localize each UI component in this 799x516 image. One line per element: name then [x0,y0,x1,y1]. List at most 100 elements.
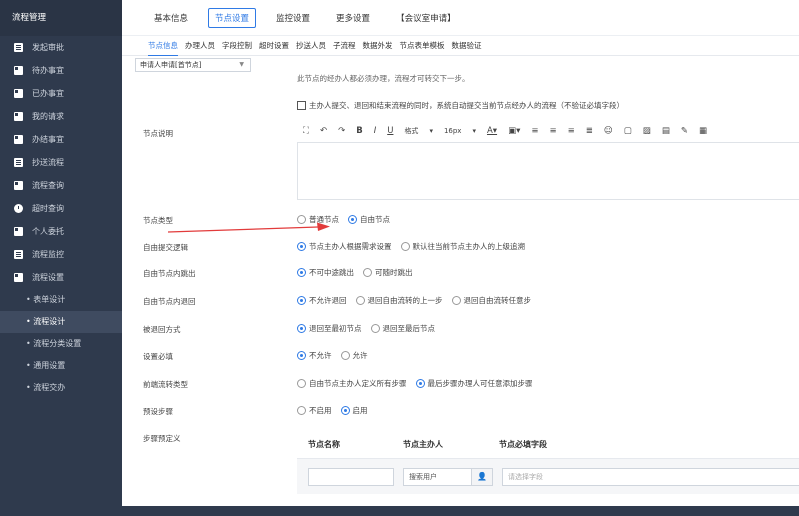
subtab-form-template[interactable]: 节点表单模板 [400,36,445,56]
node-select[interactable]: 申请人申请[首节点] ▼ [135,58,251,72]
sidebar-item-start-approval[interactable]: 发起审批 [0,36,122,59]
radio-button[interactable] [400,242,410,251]
bold-icon[interactable]: B [356,126,362,136]
align-justify-icon[interactable]: ≣ [586,126,593,136]
image-icon[interactable]: ▨ [643,126,651,136]
required-no[interactable]: 不允许 [297,350,332,361]
returned-to-first[interactable]: 退回至最初节点 [297,323,362,334]
box-icon [14,89,23,98]
radio-button[interactable] [297,268,306,277]
radio-button[interactable] [363,268,372,277]
sidebar-item-todo[interactable]: 待办事宜 [0,59,122,82]
subtab-data-validation[interactable]: 数据验证 [452,36,482,56]
font-color-icon[interactable]: A▾ [487,126,497,136]
auto-submit-checkbox[interactable] [297,101,306,110]
comment-icon[interactable]: ▢ [624,126,632,136]
align-left-icon[interactable]: ≡ [531,126,538,136]
sidebar-item-delegate[interactable]: 个人委托 [0,220,122,243]
step-name-input[interactable] [308,468,394,486]
radio-button[interactable] [297,379,306,388]
sidebar-item-query[interactable]: 流程查询 [0,174,122,197]
sidebar-sub-flow-design[interactable]: • 流程设计 [0,311,122,333]
radio-button[interactable] [297,242,306,251]
sidebar-sub-category[interactable]: • 流程分类设置 [0,333,122,355]
free-return-prev[interactable]: 退回自由流转的上一步 [355,295,443,306]
subtab-node-info[interactable]: 节点信息 [148,36,178,56]
sidebar-item-monitor[interactable]: 流程监控 [0,243,122,266]
free-jump-no[interactable]: 不可中途跳出 [297,267,354,278]
radio-button[interactable] [415,379,425,388]
pre-flow-last-adds[interactable]: 最后步骤办理人可任意添加步骤 [415,378,533,389]
tab-basic-info[interactable]: 基本信息 [148,9,194,27]
sub-tab-bar: 节点信息 办理人员 字段控制 超时设置 抄送人员 子流程 数据外发 节点表单模板… [122,36,799,56]
undo-icon[interactable]: ↶ [320,126,327,136]
free-jump-yes[interactable]: 可随时跳出 [363,267,413,278]
subtab-subflow[interactable]: 子流程 [333,36,356,56]
fullscreen-icon[interactable]: ⛶ [303,126,309,136]
field-select[interactable]: 请选择字段 [502,468,799,486]
doc-icon [14,158,23,167]
free-return-none[interactable]: 不允许退回 [297,295,347,306]
radio-button[interactable] [355,296,365,305]
tab-more-settings[interactable]: 更多设置 [330,9,376,27]
tab-monitor-settings[interactable]: 监控设置 [270,9,316,27]
format-dropdown[interactable]: 格式 ▾ [404,126,433,136]
preset-steps-off[interactable]: 不启用 [297,405,332,416]
required-yes[interactable]: 允许 [340,350,368,361]
radio-button[interactable] [348,215,357,224]
radio-button[interactable] [297,406,306,415]
sidebar-item-settings[interactable]: 流程设置 [0,266,122,289]
radio-button[interactable] [340,406,350,415]
subtab-data-export[interactable]: 数据外发 [363,36,393,56]
radio-button[interactable] [370,324,380,333]
underline-icon[interactable]: U [387,126,393,136]
sidebar-title: 流程管理 [0,0,122,36]
free-submit-superior[interactable]: 默认往当前节点主办人的上级追溯 [400,241,525,252]
video-icon[interactable]: ▤ [662,126,670,136]
highlight-icon[interactable]: ▣▾ [508,126,520,136]
subtab-field-control[interactable]: 字段控制 [222,36,252,56]
col-node-required: 节点必填字段 [499,440,547,449]
redo-icon[interactable]: ↷ [338,126,345,136]
returned-to-last[interactable]: 退回至最后节点 [370,323,435,334]
box-icon [14,66,23,75]
sidebar-item-my-requests[interactable]: 我的请求 [0,105,122,128]
subtab-timeout[interactable]: 超时设置 [259,36,289,56]
pre-flow-owner-defines[interactable]: 自由节点主办人定义所有步骤 [297,378,407,389]
edit-icon[interactable]: ✎ [681,126,688,136]
radio-button[interactable] [340,351,350,360]
subtab-handlers[interactable]: 办理人员 [185,36,215,56]
free-jump-label: 自由节点内跳出 [143,269,196,278]
sidebar-item-finished[interactable]: 办结事宜 [0,128,122,151]
pre-flow-label: 前端流转类型 [143,380,188,389]
auto-submit-checkbox-row[interactable]: 主办人提交、退回和结束流程的同时，系统自动提交当前节点经办人的流程（不验证必填字… [297,100,624,111]
free-return-any[interactable]: 退回自由流转任意步 [451,295,531,306]
radio-button[interactable] [297,324,306,333]
doc-icon [14,43,23,52]
italic-icon[interactable]: I [374,126,377,136]
sidebar-sub-form-design[interactable]: • 表单设计 [0,289,122,311]
align-right-icon[interactable]: ≡ [568,126,575,136]
radio-button[interactable] [451,296,461,305]
flow-name-label: 【会议室申请】 [396,13,456,24]
radio-button[interactable] [297,351,306,360]
table-icon[interactable]: ▦ [699,126,707,136]
node-type-free[interactable]: 自由节点 [348,214,390,225]
font-size-dropdown[interactable]: 16px ▾ [444,127,476,135]
user-icon[interactable]: 👤 [471,468,493,486]
hint-text: 此节点的经办人都必须办理，流程才可转交下一步。 [297,74,470,83]
sidebar-sub-general[interactable]: • 通用设置 [0,355,122,377]
tab-node-settings[interactable]: 节点设置 [208,7,257,28]
sidebar-item-cc[interactable]: 抄送流程 [0,151,122,174]
node-desc-editor[interactable] [297,142,799,200]
sidebar-item-timeout[interactable]: 超时查询 [0,197,122,220]
col-node-name: 节点名称 [308,440,340,449]
radio-button[interactable] [297,296,306,305]
subtab-cc-users[interactable]: 抄送人员 [296,36,326,56]
emoji-icon[interactable]: ☺ [604,126,613,136]
free-submit-by-owner[interactable]: 节点主办人根据需求设置 [297,241,392,252]
align-center-icon[interactable]: ≡ [550,126,557,136]
sidebar-item-done[interactable]: 已办事宜 [0,82,122,105]
preset-steps-on[interactable]: 启用 [340,405,368,416]
sidebar-sub-handover[interactable]: • 流程交办 [0,377,122,399]
